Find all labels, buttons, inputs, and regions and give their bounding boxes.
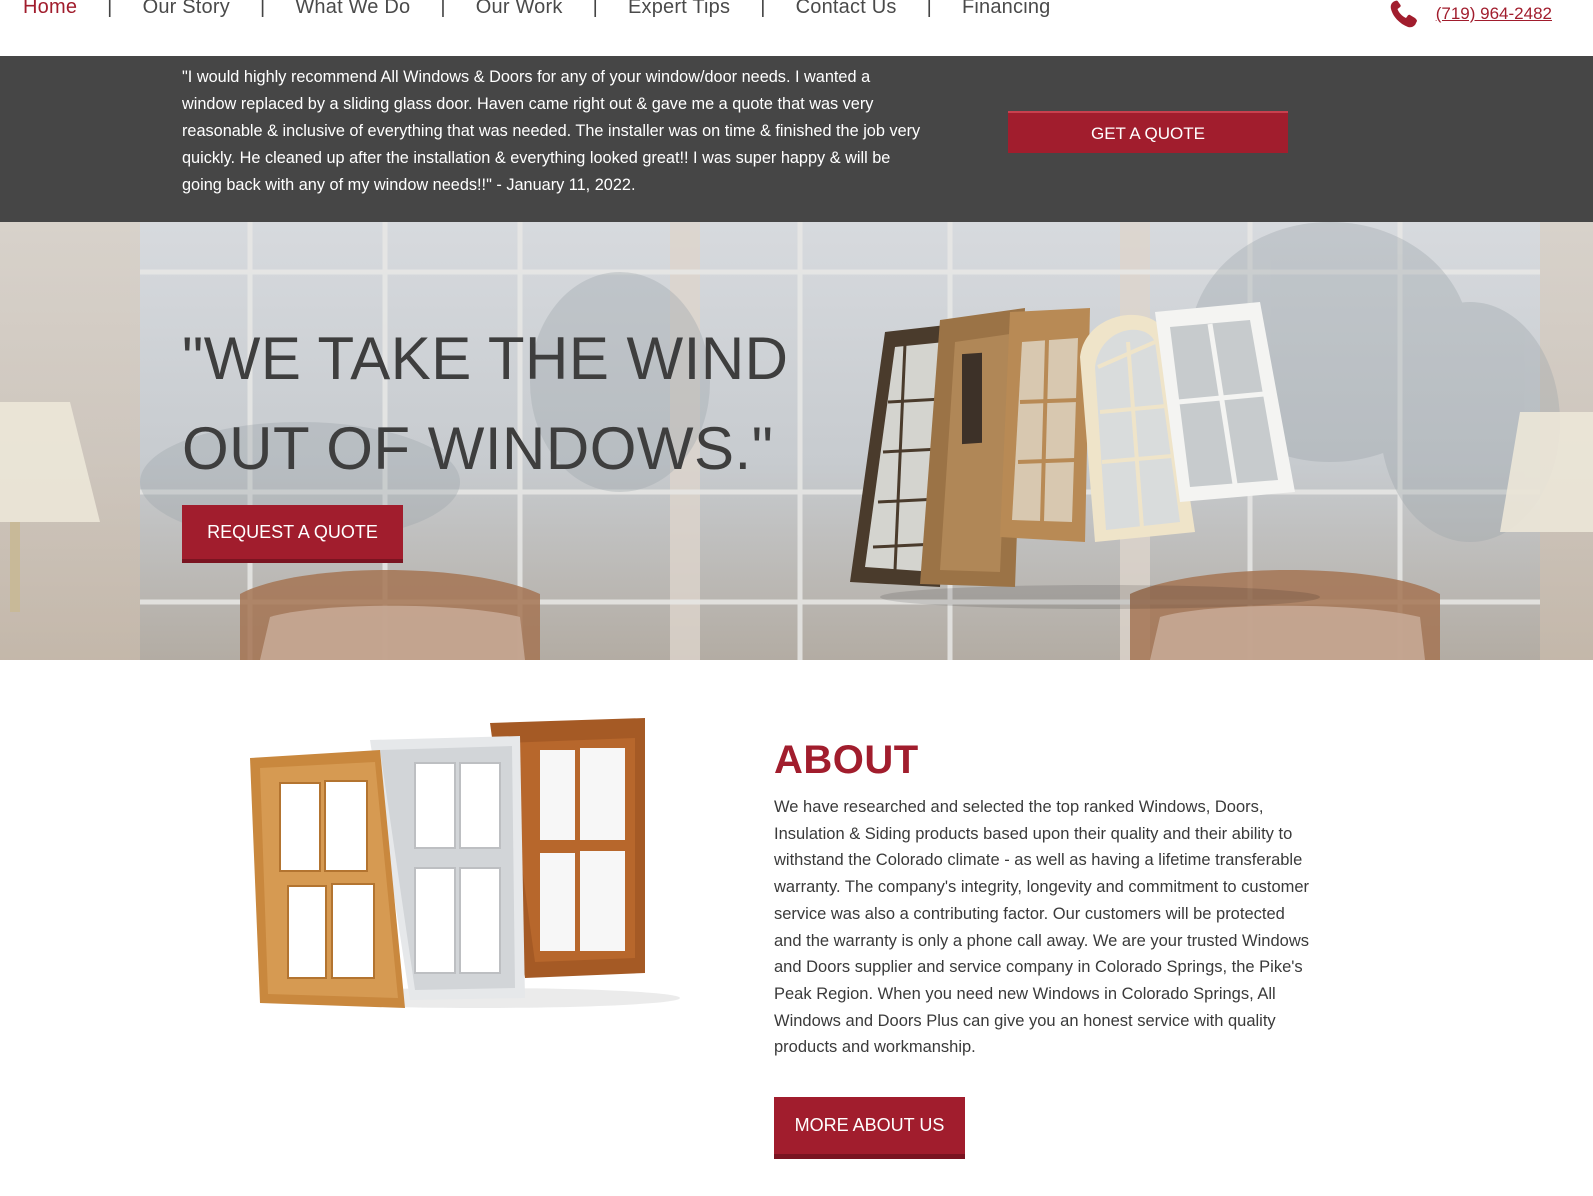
- nav-item-home[interactable]: Home: [23, 0, 77, 19]
- testimonial-quote: "I would highly recommend All Windows & …: [182, 68, 921, 194]
- nav-separator: |: [440, 0, 446, 18]
- nav-separator: |: [107, 0, 113, 18]
- more-about-us-button[interactable]: MORE ABOUT US: [774, 1097, 965, 1159]
- sash-windows-product-image: [250, 718, 680, 1008]
- phone-icon: [1390, 0, 1417, 28]
- nav-item-what-we-do[interactable]: What We Do: [295, 0, 410, 19]
- about-heading: ABOUT: [774, 738, 919, 782]
- nav-separator: |: [760, 0, 766, 18]
- nav-item-our-story[interactable]: Our Story: [143, 0, 230, 19]
- nav-item-financing[interactable]: Financing: [962, 0, 1051, 19]
- nav-separator: |: [926, 0, 932, 18]
- hero-headline: "WE TAKE THE WIND OUT OF WINDOWS.": [182, 314, 882, 494]
- main-menu: Home | Our Story | What We Do | Our Work…: [23, 0, 1051, 19]
- testimonial-banner: "I would highly recommend All Windows & …: [0, 56, 1593, 222]
- hero-headline-line2: OUT OF WINDOWS.": [182, 415, 774, 482]
- get-a-quote-button[interactable]: GET A QUOTE: [1008, 111, 1288, 153]
- nav-separator: |: [592, 0, 598, 18]
- request-a-quote-button[interactable]: REQUEST A QUOTE: [182, 505, 403, 563]
- phone-number-link[interactable]: (719) 964-2482: [1436, 4, 1552, 24]
- nav-separator: |: [259, 0, 266, 18]
- hero-section: "WE TAKE THE WIND OUT OF WINDOWS." REQUE…: [0, 222, 1593, 660]
- phone-contact: (719) 964-2482: [1388, 0, 1552, 30]
- about-description: We have researched and selected the top …: [774, 798, 1310, 1057]
- doors-windows-product-image: [850, 302, 1320, 609]
- top-navigation: Home | Our Story | What We Do | Our Work…: [0, 0, 1593, 56]
- nav-item-contact-us[interactable]: Contact Us: [796, 0, 897, 19]
- hero-headline-line1: "WE TAKE THE WIND: [182, 325, 789, 392]
- nav-item-our-work[interactable]: Our Work: [476, 0, 563, 19]
- nav-item-expert-tips[interactable]: Expert Tips: [628, 0, 730, 19]
